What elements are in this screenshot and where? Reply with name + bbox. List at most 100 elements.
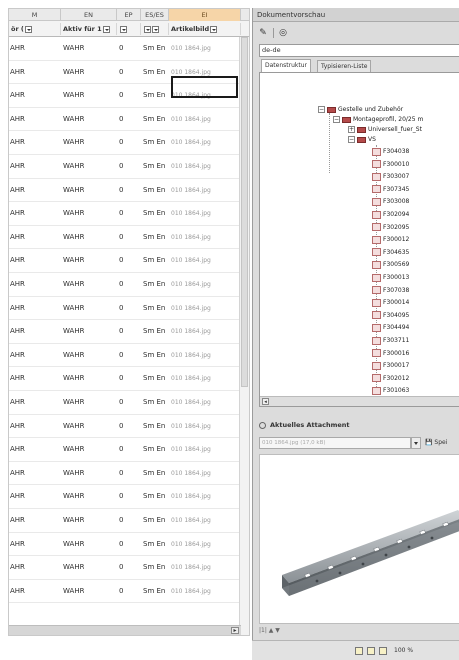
cell-m[interactable]: AHR <box>10 351 25 359</box>
view-icon[interactable] <box>355 647 363 655</box>
column-header-en[interactable]: EN <box>61 9 117 21</box>
cell-m[interactable]: AHR <box>10 445 25 453</box>
cell-file[interactable]: 010 1864.jpg <box>171 423 211 430</box>
view-icon[interactable] <box>367 647 375 655</box>
table-row[interactable]: AHR WAHR 0 Sm En 010 1864.jpg <box>9 391 241 415</box>
collapse-icon[interactable]: − <box>348 136 355 143</box>
cell-es[interactable]: Sm En <box>143 162 165 170</box>
cell-en[interactable]: WAHR <box>63 138 84 146</box>
collapse-icon[interactable]: − <box>318 106 325 113</box>
cell-es[interactable]: Sm En <box>143 563 165 571</box>
cell-m[interactable]: AHR <box>10 374 25 382</box>
table-row[interactable]: AHR WAHR 0 Sm En 010 1864.jpg <box>9 556 241 580</box>
filter-cell-1[interactable]: ör ( <box>9 23 61 35</box>
cell-en[interactable]: WAHR <box>63 540 84 548</box>
cell-m[interactable]: AHR <box>10 209 25 217</box>
tree-file-node[interactable]: F300013 <box>372 273 409 283</box>
tree-file-node[interactable]: F302095 <box>372 223 409 233</box>
table-row[interactable]: AHR WAHR 0 Sm En 010 1864.jpg <box>9 415 241 439</box>
table-row[interactable]: AHR WAHR 0 Sm En 010 1864.jpg <box>9 580 241 604</box>
table-row[interactable]: AHR WAHR 0 Sm En 010 1864.jpg <box>9 367 241 391</box>
tree-file-node[interactable]: F303711 <box>372 336 409 346</box>
cell-es[interactable]: Sm En <box>143 351 165 359</box>
table-row[interactable]: AHR WAHR 0 Sm En 010 1864.jpg <box>9 438 241 462</box>
cell-es[interactable]: Sm En <box>143 280 165 288</box>
cell-ep[interactable]: 0 <box>119 587 123 595</box>
table-row[interactable]: AHR WAHR 0 Sm En 010 1864.jpg <box>9 202 241 226</box>
expand-icon[interactable]: + <box>348 126 355 133</box>
cell-ep[interactable]: 0 <box>119 138 123 146</box>
tree-file-node[interactable]: F300010 <box>372 160 409 170</box>
column-header-ei[interactable]: EI <box>169 9 241 21</box>
cell-file[interactable]: 010 1864.jpg <box>171 446 211 453</box>
cell-es[interactable]: Sm En <box>143 304 165 312</box>
locale-field[interactable]: de-de <box>259 44 459 57</box>
tree-file-node[interactable]: F307345 <box>372 185 409 195</box>
cell-file[interactable]: 010 1864.jpg <box>171 470 211 477</box>
cell-en[interactable]: WAHR <box>63 398 84 406</box>
cell-file[interactable]: 010 1864.jpg <box>171 375 211 382</box>
cell-es[interactable]: Sm En <box>143 469 165 477</box>
cell-ep[interactable]: 0 <box>119 327 123 335</box>
tree-file-node[interactable]: F300017 <box>372 361 409 371</box>
cell-en[interactable]: WAHR <box>63 492 84 500</box>
table-row[interactable]: AHR WAHR 0 Sm En 010 1864.jpg <box>9 485 241 509</box>
table-row[interactable]: AHR WAHR 0 Sm En 010 1864.jpg <box>9 462 241 486</box>
filter-cell-4[interactable] <box>141 23 169 35</box>
cell-ep[interactable]: 0 <box>119 304 123 312</box>
cell-es[interactable]: Sm En <box>143 91 165 99</box>
cell-es[interactable]: Sm En <box>143 138 165 146</box>
dropdown-icon[interactable] <box>144 25 151 33</box>
cell-ep[interactable]: 0 <box>119 256 123 264</box>
table-row[interactable]: AHR WAHR 0 Sm En 010 1864.jpg <box>9 108 241 132</box>
cell-m[interactable]: AHR <box>10 68 25 76</box>
cell-ep[interactable]: 0 <box>119 68 123 76</box>
cell-ep[interactable]: 0 <box>119 398 123 406</box>
collapse-icon[interactable]: − <box>333 116 340 123</box>
cell-file[interactable]: 010 1864.jpg <box>171 163 211 170</box>
dropdown-icon[interactable] <box>24 25 32 33</box>
cell-file[interactable]: 010 1864.jpg <box>171 541 211 548</box>
cell-m[interactable]: AHR <box>10 233 25 241</box>
cell-m[interactable]: AHR <box>10 422 25 430</box>
cell-es[interactable]: Sm En <box>143 540 165 548</box>
tree-file-node[interactable]: F301063 <box>372 386 409 396</box>
cell-file[interactable]: 010 1864.jpg <box>171 187 211 194</box>
cell-ep[interactable]: 0 <box>119 351 123 359</box>
cell-es[interactable]: Sm En <box>143 68 165 76</box>
cell-m[interactable]: AHR <box>10 304 25 312</box>
cell-en[interactable]: WAHR <box>63 563 84 571</box>
tree-file-node[interactable]: F300016 <box>372 349 409 359</box>
filter-cell-5[interactable]: Artikelbild <box>169 23 241 35</box>
cell-file[interactable]: 010 1864.jpg <box>171 352 211 359</box>
cell-file[interactable]: 010 1864.jpg <box>171 305 211 312</box>
dropdown-icon[interactable] <box>120 25 127 33</box>
scrollbar-thumb[interactable] <box>241 37 248 387</box>
cell-m[interactable]: AHR <box>10 516 25 524</box>
table-row[interactable]: AHR WAHR 0 Sm En 010 1864.jpg <box>9 533 241 557</box>
tree-file-node[interactable]: F302012 <box>372 374 409 384</box>
table-row[interactable]: AHR WAHR 0 Sm En 010 1864.jpg <box>9 249 241 273</box>
cell-en[interactable]: WAHR <box>63 280 84 288</box>
cell-es[interactable]: Sm En <box>143 209 165 217</box>
cell-ep[interactable]: 0 <box>119 422 123 430</box>
cell-en[interactable]: WAHR <box>63 445 84 453</box>
tree-node-sub2[interactable]: − VS <box>348 135 376 145</box>
cell-file[interactable]: 010 1864.jpg <box>171 257 211 264</box>
cell-en[interactable]: WAHR <box>63 516 84 524</box>
cell-file[interactable]: 010 1864.jpg <box>171 139 211 146</box>
tree-horizontal-scrollbar[interactable]: ◂ <box>260 396 459 406</box>
cell-m[interactable]: AHR <box>10 469 25 477</box>
cell-ep[interactable]: 0 <box>119 540 123 548</box>
table-row[interactable]: AHR WAHR 0 Sm En 010 1864.jpg <box>9 297 241 321</box>
table-row[interactable]: AHR WAHR 0 Sm En 010 1864.jpg <box>9 273 241 297</box>
chevron-down-icon[interactable] <box>411 437 421 449</box>
cell-en[interactable]: WAHR <box>63 587 84 595</box>
cell-es[interactable]: Sm En <box>143 398 165 406</box>
cell-file[interactable]: 010 1864.jpg <box>171 45 211 52</box>
cell-ep[interactable]: 0 <box>119 280 123 288</box>
cell-es[interactable]: Sm En <box>143 422 165 430</box>
dropdown-icon[interactable] <box>152 25 159 33</box>
cell-ep[interactable]: 0 <box>119 469 123 477</box>
cell-m[interactable]: AHR <box>10 44 25 52</box>
